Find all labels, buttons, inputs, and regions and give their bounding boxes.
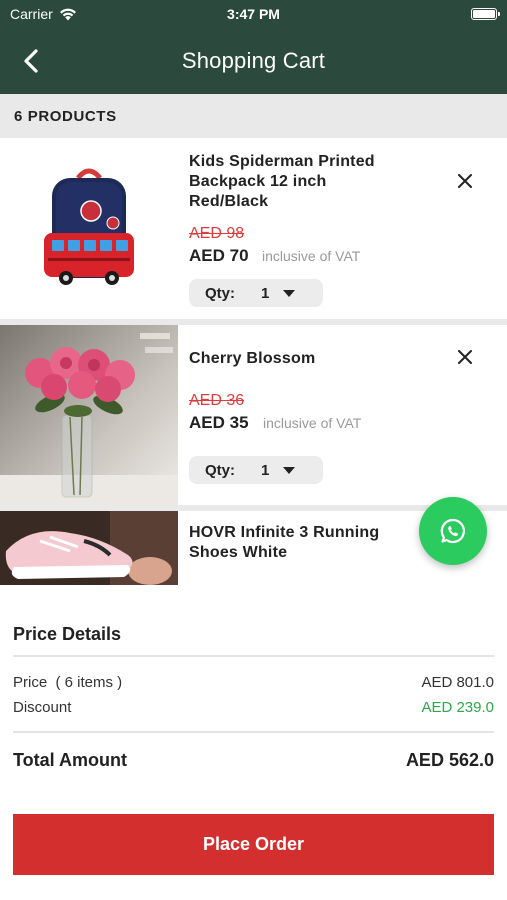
original-price: AED 98	[189, 225, 245, 242]
qty-value: 1	[261, 461, 270, 479]
price-value: AED 801.0	[421, 674, 494, 691]
battery-icon	[471, 8, 500, 20]
product-name[interactable]: Kids Spiderman Printed Backpack 12 inch …	[189, 152, 409, 212]
remove-item-button[interactable]	[453, 345, 477, 369]
price-details-section: Price Details Price ( 6 items ) AED 801.…	[0, 585, 507, 900]
navigation-bar: Shopping Cart	[0, 30, 507, 94]
status-time: 3:47 PM	[227, 6, 280, 22]
quantity-selector[interactable]: Qty: 1	[189, 279, 323, 307]
price-label: Price ( 6 items )	[13, 674, 123, 691]
product-image-running-shoes	[0, 511, 178, 585]
caret-down-icon	[283, 466, 296, 474]
product-name[interactable]: HOVR Infinite 3 Running Shoes White	[189, 523, 409, 563]
product-image-backpack	[0, 138, 178, 319]
place-order-button[interactable]: Place Order	[13, 814, 494, 875]
qty-label: Qty:	[205, 461, 235, 479]
product-image-cherry-blossom	[0, 325, 178, 505]
section-divider	[13, 731, 494, 733]
close-icon	[458, 350, 472, 364]
price-details-title: Price Details	[13, 624, 122, 644]
qty-label: Qty:	[205, 284, 235, 302]
cart-item: Cherry Blossom AED 36 AED 35 inclusive o…	[0, 325, 507, 505]
vat-note: inclusive of VAT	[263, 415, 362, 431]
whatsapp-button[interactable]	[419, 497, 487, 565]
caret-down-icon	[283, 289, 296, 297]
current-price: AED 35	[189, 413, 249, 432]
close-icon	[458, 174, 472, 188]
discount-label: Discount	[13, 699, 72, 716]
product-name[interactable]: Cherry Blossom	[189, 349, 409, 369]
status-bar: Carrier 3:47 PM	[0, 0, 507, 30]
cart-item: Kids Spiderman Printed Backpack 12 inch …	[0, 138, 507, 319]
products-count-header: 6 PRODUCTS	[0, 94, 507, 138]
products-count-label: 6 PRODUCTS	[14, 108, 117, 125]
section-divider	[13, 655, 494, 657]
current-price: AED 70	[189, 246, 249, 265]
qty-value: 1	[261, 284, 270, 302]
page-title: Shopping Cart	[181, 48, 326, 73]
whatsapp-icon	[440, 518, 465, 544]
total-amount-value: AED 562.0	[405, 750, 494, 770]
original-price: AED 36	[189, 392, 245, 409]
remove-item-button[interactable]	[453, 169, 477, 193]
discount-value: AED 239.0	[421, 699, 494, 716]
vat-note: inclusive of VAT	[262, 248, 361, 264]
total-amount-label: Total Amount	[13, 750, 127, 770]
quantity-selector[interactable]: Qty: 1	[189, 456, 323, 484]
